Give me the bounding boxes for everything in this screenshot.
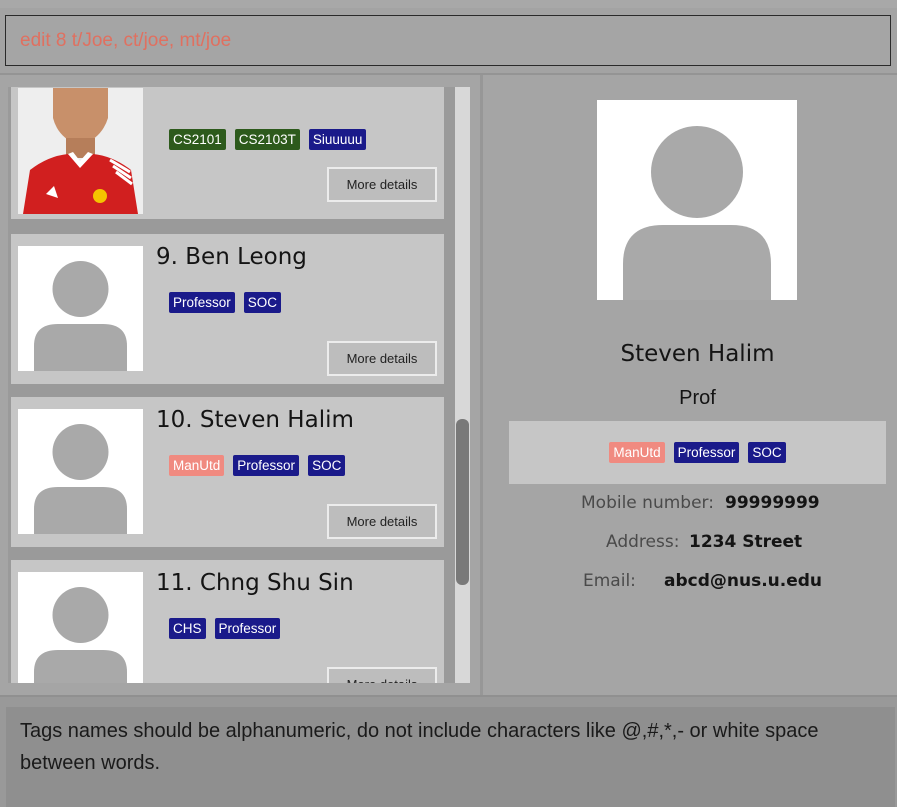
detail-name: Steven Halim	[620, 341, 775, 367]
detail-role: Prof	[679, 387, 716, 409]
scrollbar-track[interactable]	[455, 87, 470, 683]
tag: SOC	[748, 442, 786, 463]
person-photo	[18, 409, 143, 534]
avatar-placeholder-icon	[34, 587, 127, 683]
person-card[interactable]: 10. Steven Halim ManUtd Professor SOC Mo…	[11, 397, 444, 547]
result-message: Tags names should be alphanumeric, do no…	[20, 720, 819, 774]
more-details-button[interactable]: More details	[327, 167, 437, 202]
mobile-value: 99999999	[725, 493, 820, 513]
tag: SOC	[243, 292, 282, 313]
avatar-placeholder-icon	[34, 424, 127, 534]
tag: Professor	[233, 455, 300, 476]
tag: Professor	[214, 618, 281, 639]
person-name: 10. Steven Halim	[156, 407, 354, 433]
person-photo	[18, 246, 143, 371]
more-details-button[interactable]: More details	[327, 341, 437, 376]
person-list-content: CS2101 CS2103T Siuuuuu More details 9. B…	[8, 87, 448, 683]
person-index: 10.	[156, 407, 193, 433]
tag: Siuuuuu	[308, 129, 367, 150]
person-tags: CS2101 CS2103T Siuuuuu	[169, 129, 367, 150]
more-details-button[interactable]: More details	[327, 504, 437, 539]
tag: SOC	[308, 455, 346, 476]
person-card[interactable]: 9. Ben Leong Professor SOC More details	[11, 234, 444, 384]
address-label: Address:	[606, 532, 680, 552]
detail-photo	[597, 100, 797, 300]
avatar-placeholder-icon	[34, 261, 127, 371]
scrollbar-thumb[interactable]	[456, 419, 469, 585]
person-name: 11. Chng Shu Sin	[156, 570, 354, 596]
mobile-label: Mobile number:	[581, 493, 714, 513]
person-card[interactable]: 11. Chng Shu Sin CHS Professor More deta…	[11, 560, 444, 683]
detail-tags: ManUtd Professor SOC	[509, 421, 886, 484]
person-index: 11.	[156, 570, 193, 596]
tag: ManUtd	[609, 442, 665, 463]
person-name-text: Steven Halim	[199, 407, 354, 433]
command-input-text[interactable]: edit 8 t/Joe, ct/joe, mt/joe	[20, 30, 231, 52]
person-name: 9. Ben Leong	[156, 244, 307, 270]
person-photo	[18, 572, 143, 683]
person-name-text: Chng Shu Sin	[199, 570, 354, 596]
result-display[interactable]: Tags names should be alphanumeric, do no…	[6, 707, 895, 807]
command-box-area: edit 8 t/Joe, ct/joe, mt/joe	[0, 8, 897, 73]
tag: Professor	[673, 442, 740, 463]
person-card[interactable]: CS2101 CS2103T Siuuuuu More details	[11, 87, 444, 219]
person-name-text: Ben Leong	[185, 244, 307, 270]
tag: ManUtd	[169, 455, 225, 476]
person-index: 9.	[156, 244, 178, 270]
window-top-strip	[0, 0, 897, 8]
address-value: 1234 Street	[689, 532, 803, 552]
person-tags: ManUtd Professor SOC	[169, 455, 346, 476]
person-photo	[18, 88, 143, 214]
email-label: Email:	[583, 571, 636, 591]
person-tags: CHS Professor	[169, 618, 281, 639]
tag: CS2101	[169, 129, 226, 150]
email-value: abcd@nus.u.edu	[664, 571, 823, 591]
command-input[interactable]: edit 8 t/Joe, ct/joe, mt/joe	[5, 15, 891, 66]
tag: CS2103T	[234, 129, 300, 150]
person-tags: Professor SOC	[169, 292, 282, 313]
result-display-area: Tags names should be alphanumeric, do no…	[0, 697, 897, 807]
more-details-button[interactable]: More details	[327, 667, 437, 683]
player-photo-icon	[18, 88, 143, 214]
avatar-placeholder-icon	[623, 126, 771, 300]
tag: CHS	[169, 618, 206, 639]
person-detail-panel: Steven Halim Prof ManUtd Professor SOC M…	[483, 75, 897, 695]
person-list-view[interactable]: CS2101 CS2103T Siuuuuu More details 9. B…	[8, 87, 470, 683]
tag: Professor	[169, 292, 235, 313]
person-list-panel: CS2101 CS2103T Siuuuuu More details 9. B…	[0, 75, 480, 695]
